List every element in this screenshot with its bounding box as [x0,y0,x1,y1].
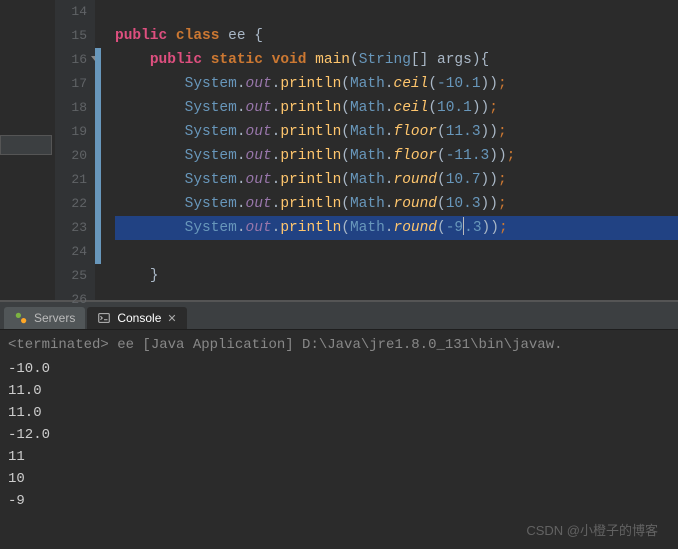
console-output-line: 11.0 [8,402,670,424]
console-view[interactable]: <terminated> ee [Java Application] D:\Ja… [0,330,678,516]
console-output-line: -12.0 [8,424,670,446]
line-number[interactable]: 16 [55,48,87,72]
line-number[interactable]: 21 [55,168,87,192]
console-output-line: 11 [8,446,670,468]
line-number[interactable]: 15 [55,24,87,48]
console-output-line: 11.0 [8,380,670,402]
code-line-15[interactable]: public class ee { [115,24,678,48]
code-line-22[interactable]: System.out.println(Math.round(10.3)); [115,192,678,216]
line-number[interactable]: 17 [55,72,87,96]
line-number[interactable]: 14 [55,0,87,24]
code-line-17[interactable]: System.out.println(Math.ceil(-10.1)); [115,72,678,96]
code-line-14[interactable] [115,0,678,24]
line-number[interactable]: 25 [55,264,87,288]
close-icon[interactable]: ✕ [167,312,176,325]
code-line-21[interactable]: System.out.println(Math.round(10.7)); [115,168,678,192]
tab-label: Console [117,311,161,325]
line-number[interactable]: 20 [55,144,87,168]
line-number[interactable]: 22 [55,192,87,216]
servers-icon [14,311,28,325]
text-cursor [463,217,464,235]
side-box [0,135,52,155]
console-status: <terminated> ee [Java Application] D:\Ja… [8,334,670,356]
side-marker [0,0,55,300]
line-number[interactable]: 26 [55,288,87,312]
code-line-24[interactable] [115,240,678,264]
code-line-25[interactable]: } [115,264,678,288]
editor-left-margin: 14 15 16 17 18 19 20 21 22 23 24 25 26 [0,0,95,300]
line-number[interactable]: 18 [55,96,87,120]
code-line-18[interactable]: System.out.println(Math.ceil(10.1)); [115,96,678,120]
code-line-26[interactable] [115,288,678,312]
code-line-20[interactable]: System.out.println(Math.floor(-11.3)); [115,144,678,168]
code-editor[interactable]: 14 15 16 17 18 19 20 21 22 23 24 25 26 p… [0,0,678,300]
code-line-23[interactable]: System.out.println(Math.round(-9.3)); [115,216,678,240]
line-number[interactable]: 19 [55,120,87,144]
line-number[interactable]: 24 [55,240,87,264]
bottom-panel: Servers Console ✕ <terminated> ee [Java … [0,300,678,549]
watermark: CSDN @小橙子的博客 [526,520,658,539]
console-output-line: -10.0 [8,358,670,380]
line-number-gutter[interactable]: 14 15 16 17 18 19 20 21 22 23 24 25 26 [55,0,95,300]
console-output-line: -9 [8,490,670,512]
tab-label: Servers [34,311,75,325]
code-line-16[interactable]: public static void main(String[] args){ [115,48,678,72]
code-line-19[interactable]: System.out.println(Math.floor(11.3)); [115,120,678,144]
line-number[interactable]: 23 [55,216,87,240]
console-output-line: 10 [8,468,670,490]
console-icon [97,311,111,325]
code-area[interactable]: public class ee { public static void mai… [95,0,678,300]
